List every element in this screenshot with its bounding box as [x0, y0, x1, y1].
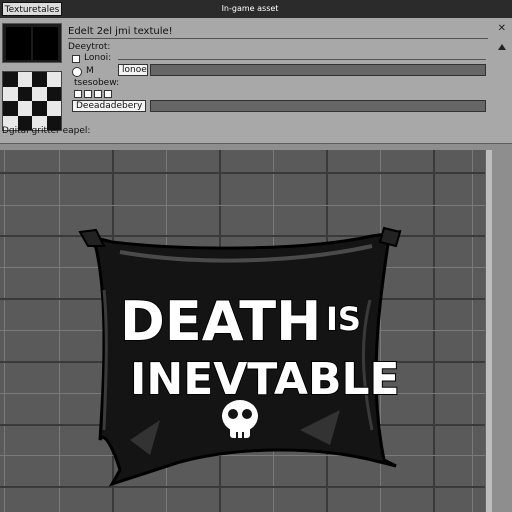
banner-text-inevitable: INEVTABLE — [130, 354, 400, 405]
banner-text-is: IS — [326, 300, 361, 338]
banner-text-death: DEATH — [120, 290, 321, 353]
death-banner[interactable]: DEATH IS INEVTABLE — [0, 0, 512, 512]
